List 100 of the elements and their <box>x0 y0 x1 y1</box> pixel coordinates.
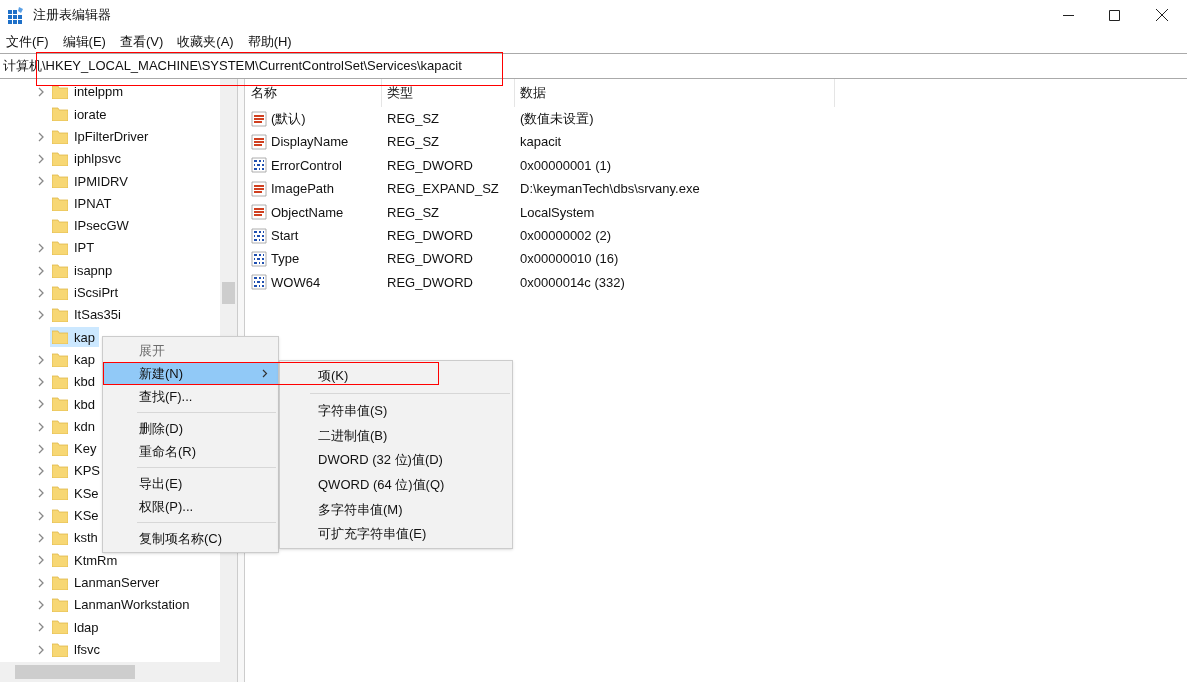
tree-item[interactable]: KSe <box>50 483 103 504</box>
tree-item[interactable]: IPT <box>50 238 99 259</box>
scrollbar-thumb[interactable] <box>15 665 135 679</box>
submenu-item[interactable]: 多字符串值(M) <box>280 496 512 522</box>
menu-bar-item[interactable]: 收藏夹(A) <box>177 31 234 52</box>
tree-item[interactable]: intelppm <box>50 82 128 103</box>
expand-chevron-icon[interactable] <box>38 510 45 521</box>
tree-item[interactable]: LanmanWorkstation <box>50 594 194 615</box>
folder-icon <box>52 174 68 189</box>
expand-chevron-icon[interactable] <box>38 599 45 610</box>
folder-icon <box>52 441 68 456</box>
tree-item[interactable]: IpFilterDriver <box>50 126 153 147</box>
tree-item[interactable]: IPNAT <box>50 193 116 214</box>
expand-chevron-icon[interactable] <box>38 644 45 655</box>
expand-chevron-icon[interactable] <box>38 287 45 298</box>
maximize-icon <box>1108 9 1120 21</box>
tree-item[interactable]: kbd <box>50 394 99 415</box>
column-header[interactable]: 数据 <box>515 79 835 107</box>
submenu-item[interactable]: 项(K) <box>280 363 512 388</box>
tree-item[interactable]: Key <box>50 438 101 459</box>
expand-chevron-icon[interactable] <box>38 421 45 432</box>
tree-item[interactable]: KSe <box>50 505 103 526</box>
expand-chevron-icon[interactable] <box>38 377 45 387</box>
table-cell-text: REG_EXPAND_SZ <box>386 180 500 199</box>
menu-bar-item[interactable]: 帮助(H) <box>247 31 292 52</box>
tree-item[interactable]: kap <box>50 349 99 370</box>
submenu-item[interactable]: 字符串值(S) <box>280 398 512 424</box>
column-header[interactable]: 类型 <box>382 79 515 107</box>
expand-chevron-icon[interactable] <box>38 87 45 98</box>
submenu-item[interactable]: QWORD (64 位)值(Q) <box>280 472 512 497</box>
tree-item[interactable]: iScsiPrt <box>50 282 123 303</box>
expand-chevron-icon[interactable] <box>38 466 45 477</box>
tree-item[interactable]: LanmanServer <box>50 572 164 593</box>
expand-chevron-icon[interactable] <box>38 533 45 544</box>
tree-item[interactable]: kdn <box>50 416 99 437</box>
tree-item[interactable]: KtmRm <box>50 550 122 571</box>
context-menu-item[interactable]: 导出(E) <box>103 472 278 495</box>
folder-icon <box>52 263 68 278</box>
tree-item[interactable]: ItSas35i <box>50 305 125 326</box>
folder-icon <box>52 464 68 479</box>
table-cell-text: WOW64 <box>271 273 321 292</box>
tree-item[interactable]: KPS <box>50 461 104 482</box>
tree-item[interactable]: kbd <box>50 372 99 392</box>
expand-chevron-icon[interactable] <box>38 243 45 254</box>
expand-chevron-icon[interactable] <box>38 577 45 588</box>
expand-chevron-icon[interactable] <box>38 443 45 454</box>
tree-item[interactable]: lfsvc <box>50 639 104 660</box>
expand-chevron-icon[interactable] <box>38 622 45 633</box>
folder-icon <box>52 553 68 568</box>
context-menu-item[interactable]: 查找(F)... <box>103 385 278 408</box>
tree-item[interactable]: IPMIDRV <box>50 171 132 192</box>
menu-bar-item[interactable]: 查看(V) <box>119 31 164 52</box>
expand-chevron-icon[interactable] <box>38 176 45 187</box>
folder-icon <box>52 85 68 100</box>
expand-chevron-icon[interactable] <box>38 555 45 566</box>
table-cell-text: Start <box>271 226 299 245</box>
folder-icon <box>52 330 68 345</box>
expand-chevron-icon[interactable] <box>38 310 45 321</box>
tree-item[interactable]: kap <box>50 327 99 348</box>
expand-chevron-icon[interactable] <box>38 488 45 499</box>
tree-item[interactable]: isapnp <box>50 260 117 281</box>
expand-chevron-icon[interactable] <box>38 265 45 276</box>
tree-item[interactable]: IPsecGW <box>50 215 133 236</box>
folder-icon <box>52 397 68 412</box>
submenu-item[interactable]: DWORD (32 位)值(D) <box>280 447 512 473</box>
tree-item[interactable]: ldap <box>50 617 103 638</box>
table-cell-text: (数值未设置) <box>519 109 594 128</box>
context-menu-item[interactable]: 重命名(R) <box>103 440 278 463</box>
table-cell-text: 0x00000002 (2) <box>519 226 612 245</box>
table-cell-text: REG_SZ <box>386 203 440 222</box>
tree-item[interactable]: iorate <box>50 104 111 125</box>
string-value-icon <box>251 110 267 127</box>
folder-icon <box>52 642 68 657</box>
folder-icon <box>52 308 68 323</box>
tree-item[interactable]: ksth <box>50 528 102 549</box>
expand-chevron-icon[interactable] <box>38 154 45 165</box>
string-value-icon <box>251 204 267 221</box>
table-cell-text: 0x00000010 (16) <box>519 250 619 269</box>
table-cell-text: Type <box>271 250 300 269</box>
context-menu-item[interactable]: 权限(P)... <box>103 495 278 518</box>
expand-chevron-icon[interactable] <box>38 354 45 365</box>
expand-chevron-icon[interactable] <box>38 131 45 142</box>
context-menu-item[interactable]: 删除(D) <box>103 417 278 440</box>
menu-bar-item[interactable]: 编辑(E) <box>62 31 106 52</box>
context-menu-item[interactable]: 复制项名称(C) <box>103 527 278 550</box>
tree-item[interactable]: iphlpsvc <box>50 149 125 170</box>
string-value-icon <box>251 180 267 197</box>
folder-icon <box>52 486 68 501</box>
expand-chevron-icon[interactable] <box>38 399 45 410</box>
column-header[interactable]: 名称 <box>249 79 382 107</box>
table-cell-text: 0x00000001 (1) <box>519 156 612 175</box>
menu-bar-item[interactable]: 文件(F) <box>6 31 49 52</box>
submenu-item[interactable]: 可扩充字符串值(E) <box>280 521 512 547</box>
folder-icon <box>52 352 68 367</box>
table-cell-text: REG_SZ <box>386 133 440 152</box>
horizontal-scrollbar[interactable] <box>0 662 237 682</box>
folder-icon <box>52 241 68 256</box>
scrollbar-thumb[interactable] <box>222 282 235 304</box>
submenu-item[interactable]: 二进制值(B) <box>280 423 512 448</box>
registry-app-icon <box>7 6 25 24</box>
